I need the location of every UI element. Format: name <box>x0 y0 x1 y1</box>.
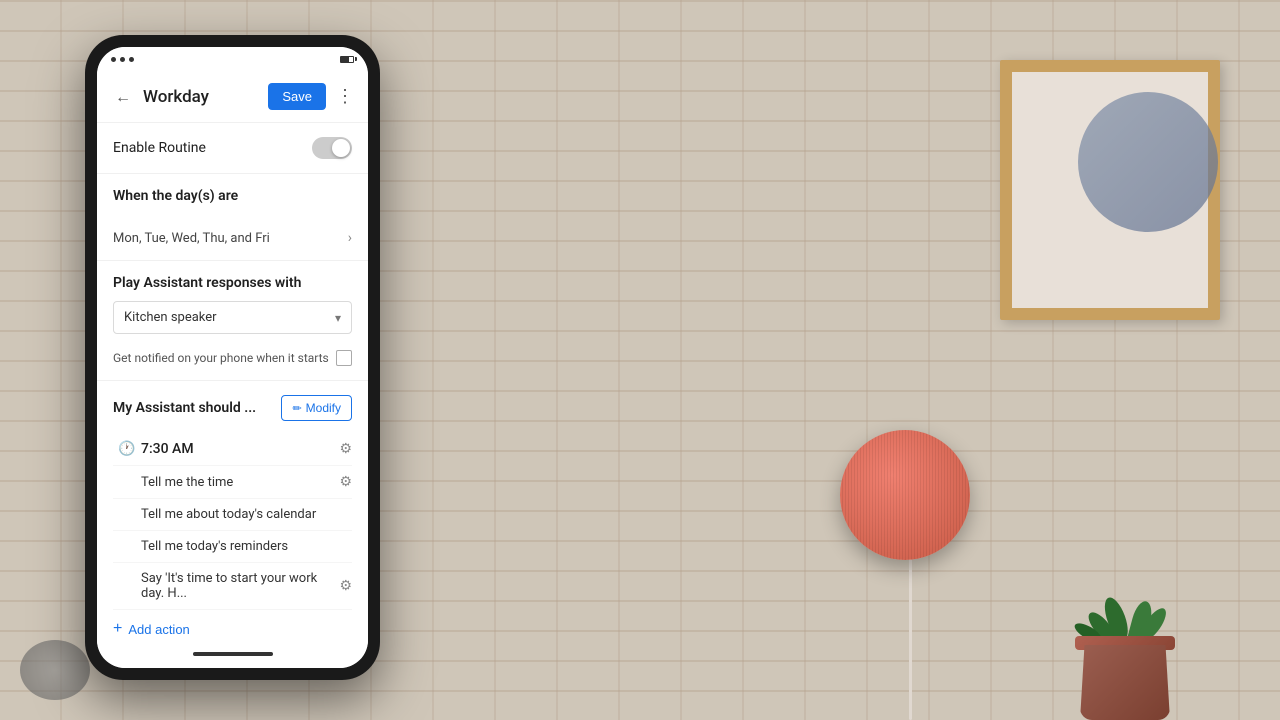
app-title: Workday <box>139 87 268 107</box>
days-text: Mon, Tue, Wed, Thu, and Fri <box>113 231 348 246</box>
more-options-button[interactable]: ⋮ <box>326 81 358 113</box>
action-tell-time-item: Tell me the time ⚙ <box>113 466 352 499</box>
modify-button[interactable]: ✏ Modify <box>281 395 352 421</box>
save-button[interactable]: Save <box>268 83 326 110</box>
add-plus-icon: + <box>113 620 122 638</box>
pencil-icon: ✏ <box>292 402 301 415</box>
status-bar <box>97 47 368 71</box>
action-reminders-text: Tell me today's reminders <box>141 539 352 554</box>
add-action-button[interactable]: + Add action <box>113 610 190 640</box>
phone-screen: ← Workday Save ⋮ Enable Routine When the… <box>97 47 368 668</box>
action-say-item: Say 'It's time to start your work day. H… <box>113 563 352 610</box>
notification-label: Get notified on your phone when it start… <box>113 351 336 365</box>
clock-icon: 🕐 <box>113 441 141 457</box>
toggle-knob <box>332 139 350 157</box>
notification-row: Get notified on your phone when it start… <box>113 346 352 370</box>
home-indicator <box>193 652 273 656</box>
play-assistant-section: Play Assistant responses with Kitchen sp… <box>97 261 368 381</box>
assistant-header: My Assistant should ... ✏ Modify <box>113 395 352 421</box>
action-calendar-item: Tell me about today's calendar <box>113 499 352 531</box>
notification-checkbox[interactable] <box>336 350 352 366</box>
phone-device: ← Workday Save ⋮ Enable Routine When the… <box>85 35 380 680</box>
wall-art <box>1000 60 1220 320</box>
chevron-right-icon: › <box>348 230 352 246</box>
days-row[interactable]: Mon, Tue, Wed, Thu, and Fri › <box>97 222 368 261</box>
decorative-pebble <box>20 640 90 700</box>
dropdown-arrow-icon: ▾ <box>335 311 341 325</box>
art-circle <box>1078 92 1218 232</box>
status-dot-2 <box>120 57 125 62</box>
status-bar-right <box>340 56 354 63</box>
time-gear-icon[interactable]: ⚙ <box>339 441 352 457</box>
assistant-section: My Assistant should ... ✏ Modify 🕐 7:30 … <box>97 381 368 640</box>
action-time-text: 7:30 AM <box>141 441 339 457</box>
tell-time-gear-icon[interactable]: ⚙ <box>339 474 352 490</box>
dropdown-label: Kitchen speaker <box>124 310 335 325</box>
status-dot-1 <box>111 57 116 62</box>
modify-label: Modify <box>306 401 341 415</box>
status-dot-3 <box>129 57 134 62</box>
phone-nav-bar <box>97 640 368 668</box>
battery-fill <box>341 57 349 62</box>
action-time-item: 🕐 7:30 AM ⚙ <box>113 433 352 466</box>
play-assistant-title: Play Assistant responses with <box>113 275 352 291</box>
assistant-title: My Assistant should ... <box>113 400 281 416</box>
back-button[interactable]: ← <box>107 81 139 113</box>
pot-body <box>1080 645 1170 720</box>
action-tell-time-text: Tell me the time <box>141 475 339 490</box>
enable-routine-label: Enable Routine <box>113 140 312 156</box>
action-calendar-text: Tell me about today's calendar <box>141 507 352 522</box>
plant-leaves <box>1085 560 1165 640</box>
enable-routine-toggle[interactable] <box>312 137 352 159</box>
add-action-label: Add action <box>128 622 189 637</box>
days-section: When the day(s) are <box>97 174 368 222</box>
app-bar: ← Workday Save ⋮ <box>97 71 368 123</box>
battery-icon <box>340 56 354 63</box>
speaker-cord <box>909 550 912 720</box>
action-say-text: Say 'It's time to start your work day. H… <box>141 571 339 601</box>
speaker-dropdown[interactable]: Kitchen speaker ▾ <box>113 301 352 334</box>
days-section-title: When the day(s) are <box>113 188 352 204</box>
action-reminders-item: Tell me today's reminders <box>113 531 352 563</box>
plant-pot <box>1070 620 1180 720</box>
enable-routine-row: Enable Routine <box>97 123 368 174</box>
content-area[interactable]: Enable Routine When the day(s) are Mon, … <box>97 123 368 640</box>
status-bar-left <box>111 57 134 62</box>
say-gear-icon[interactable]: ⚙ <box>339 578 352 594</box>
google-home-speaker <box>840 430 970 560</box>
